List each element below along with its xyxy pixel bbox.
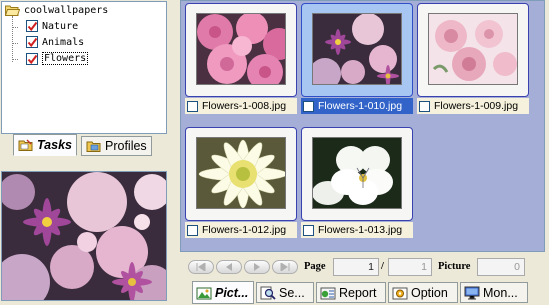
- page-input[interactable]: 1: [333, 258, 379, 276]
- white-chrysanthemum-photo: [196, 137, 286, 209]
- page-total: 1: [388, 258, 432, 276]
- checkbox-checked-icon[interactable]: [26, 36, 38, 48]
- thumbnail-item[interactable]: Flowers-1-010.jpg: [301, 3, 413, 115]
- tree-root[interactable]: coolwallpapers: [5, 4, 108, 16]
- report-icon: [320, 287, 336, 299]
- folder-open-icon: [5, 5, 20, 16]
- tab-monitor[interactable]: Mon...: [460, 282, 528, 303]
- thumbnail-item[interactable]: Flowers-1-009.jpg: [417, 3, 529, 115]
- thumbnail-checkbox[interactable]: [303, 224, 314, 236]
- folder-tree[interactable]: coolwallpapers Nature Animals Flowers: [1, 1, 167, 134]
- last-page-button[interactable]: [272, 260, 298, 274]
- thumbnail-caption[interactable]: Flowers-1-012.jpg: [185, 222, 297, 238]
- tasks-folder-icon: [18, 139, 33, 151]
- mixed-bouquet-photo: [312, 13, 402, 85]
- tab-monitor-label: Mon...: [483, 285, 518, 300]
- page-separator: /: [381, 261, 384, 272]
- tree-root-label: coolwallpapers: [24, 4, 109, 16]
- tree-item-nature[interactable]: Nature: [26, 20, 78, 32]
- tree-item-label: Nature: [42, 20, 79, 32]
- tree-dash: [12, 43, 18, 44]
- bottom-tab-strip: Pict... Se... Report Option Mon...: [180, 281, 549, 305]
- thumbnail-filename: Flowers-1-012.jpg: [202, 224, 287, 236]
- tree-item-flowers[interactable]: Flowers: [26, 52, 89, 65]
- tree-dash: [12, 27, 18, 28]
- first-page-button[interactable]: [188, 260, 214, 274]
- tab-search-label: Se...: [279, 285, 305, 300]
- option-icon: [392, 287, 408, 299]
- tree-item-label: Animals: [42, 36, 85, 48]
- tree-dash: [12, 59, 18, 60]
- checkbox-checked-icon[interactable]: [26, 20, 38, 32]
- thumbnail-frame[interactable]: [301, 3, 413, 97]
- thumbnail-frame[interactable]: [417, 3, 529, 97]
- tab-search[interactable]: Se...: [256, 282, 314, 303]
- page-navigation-bar: Page 1 / 1 Picture 0: [180, 252, 545, 282]
- tab-report[interactable]: Report: [316, 282, 386, 303]
- tab-option[interactable]: Option: [388, 282, 458, 303]
- thumbnail-caption[interactable]: Flowers-1-009.jpg: [417, 98, 529, 114]
- thumbnail-caption[interactable]: Flowers-1-008.jpg: [185, 98, 297, 114]
- tab-profiles-label: Profiles: [105, 139, 147, 153]
- profiles-icon: [86, 141, 101, 152]
- thumbnail-gallery[interactable]: Flowers-1-008.jpg Flowers-1-010.jpg Flow…: [180, 0, 545, 252]
- preview-bouquet-photo: [2, 172, 166, 300]
- tab-profiles[interactable]: Profiles: [81, 136, 152, 156]
- thumbnail-frame[interactable]: [301, 127, 413, 221]
- tree-item-animals[interactable]: Animals: [26, 36, 84, 48]
- tab-report-label: Report: [339, 285, 377, 300]
- picture-input[interactable]: 0: [477, 258, 525, 276]
- thumbnail-frame[interactable]: [185, 127, 297, 221]
- next-page-button[interactable]: [244, 260, 270, 274]
- prev-page-icon: [226, 263, 232, 271]
- tab-tasks[interactable]: Tasks: [13, 134, 77, 156]
- thumbnail-item[interactable]: Flowers-1-008.jpg: [185, 3, 297, 115]
- first-page-icon: [196, 263, 206, 271]
- thumbnail-checkbox[interactable]: [187, 100, 198, 112]
- thumbnail-filename: Flowers-1-013.jpg: [318, 224, 403, 236]
- prev-page-button[interactable]: [216, 260, 242, 274]
- pictures-icon: [196, 287, 212, 299]
- next-page-icon: [254, 263, 260, 271]
- checkbox-checked-icon[interactable]: [26, 52, 38, 65]
- pink-roses-photo: [428, 13, 518, 85]
- thumbnail-checkbox[interactable]: [187, 224, 198, 236]
- pink-dahlias-photo: [196, 13, 286, 85]
- left-tab-strip: Tasks Profiles: [1, 134, 167, 158]
- tab-pictures[interactable]: Pict...: [192, 281, 254, 304]
- tab-pictures-label: Pict...: [215, 285, 249, 300]
- thumbnail-filename: Flowers-1-009.jpg: [434, 100, 519, 112]
- tab-option-label: Option: [411, 285, 448, 300]
- search-icon: [260, 286, 276, 300]
- thumbnail-filename: Flowers-1-008.jpg: [202, 100, 287, 112]
- tree-item-label: Flowers: [42, 52, 89, 65]
- tree-connector: [12, 16, 18, 62]
- thumbnail-caption[interactable]: Flowers-1-010.jpg: [301, 98, 413, 114]
- preview-image: [1, 171, 167, 301]
- white-pansy-photo: [312, 137, 402, 209]
- pane-splitter[interactable]: [168, 0, 180, 305]
- thumbnail-frame[interactable]: [185, 3, 297, 97]
- tab-tasks-label: Tasks: [37, 138, 72, 152]
- thumbnail-item[interactable]: Flowers-1-013.jpg: [301, 127, 413, 239]
- thumbnail-filename: Flowers-1-010.jpg: [318, 100, 403, 112]
- thumbnail-checkbox[interactable]: [419, 100, 430, 112]
- picture-label: Picture: [438, 261, 471, 272]
- thumbnail-item[interactable]: Flowers-1-012.jpg: [185, 127, 297, 239]
- thumbnail-checkbox[interactable]: [303, 100, 314, 112]
- monitor-icon: [464, 286, 480, 299]
- thumbnail-caption[interactable]: Flowers-1-013.jpg: [301, 222, 413, 238]
- page-label: Page: [304, 261, 326, 272]
- last-page-icon: [280, 263, 290, 271]
